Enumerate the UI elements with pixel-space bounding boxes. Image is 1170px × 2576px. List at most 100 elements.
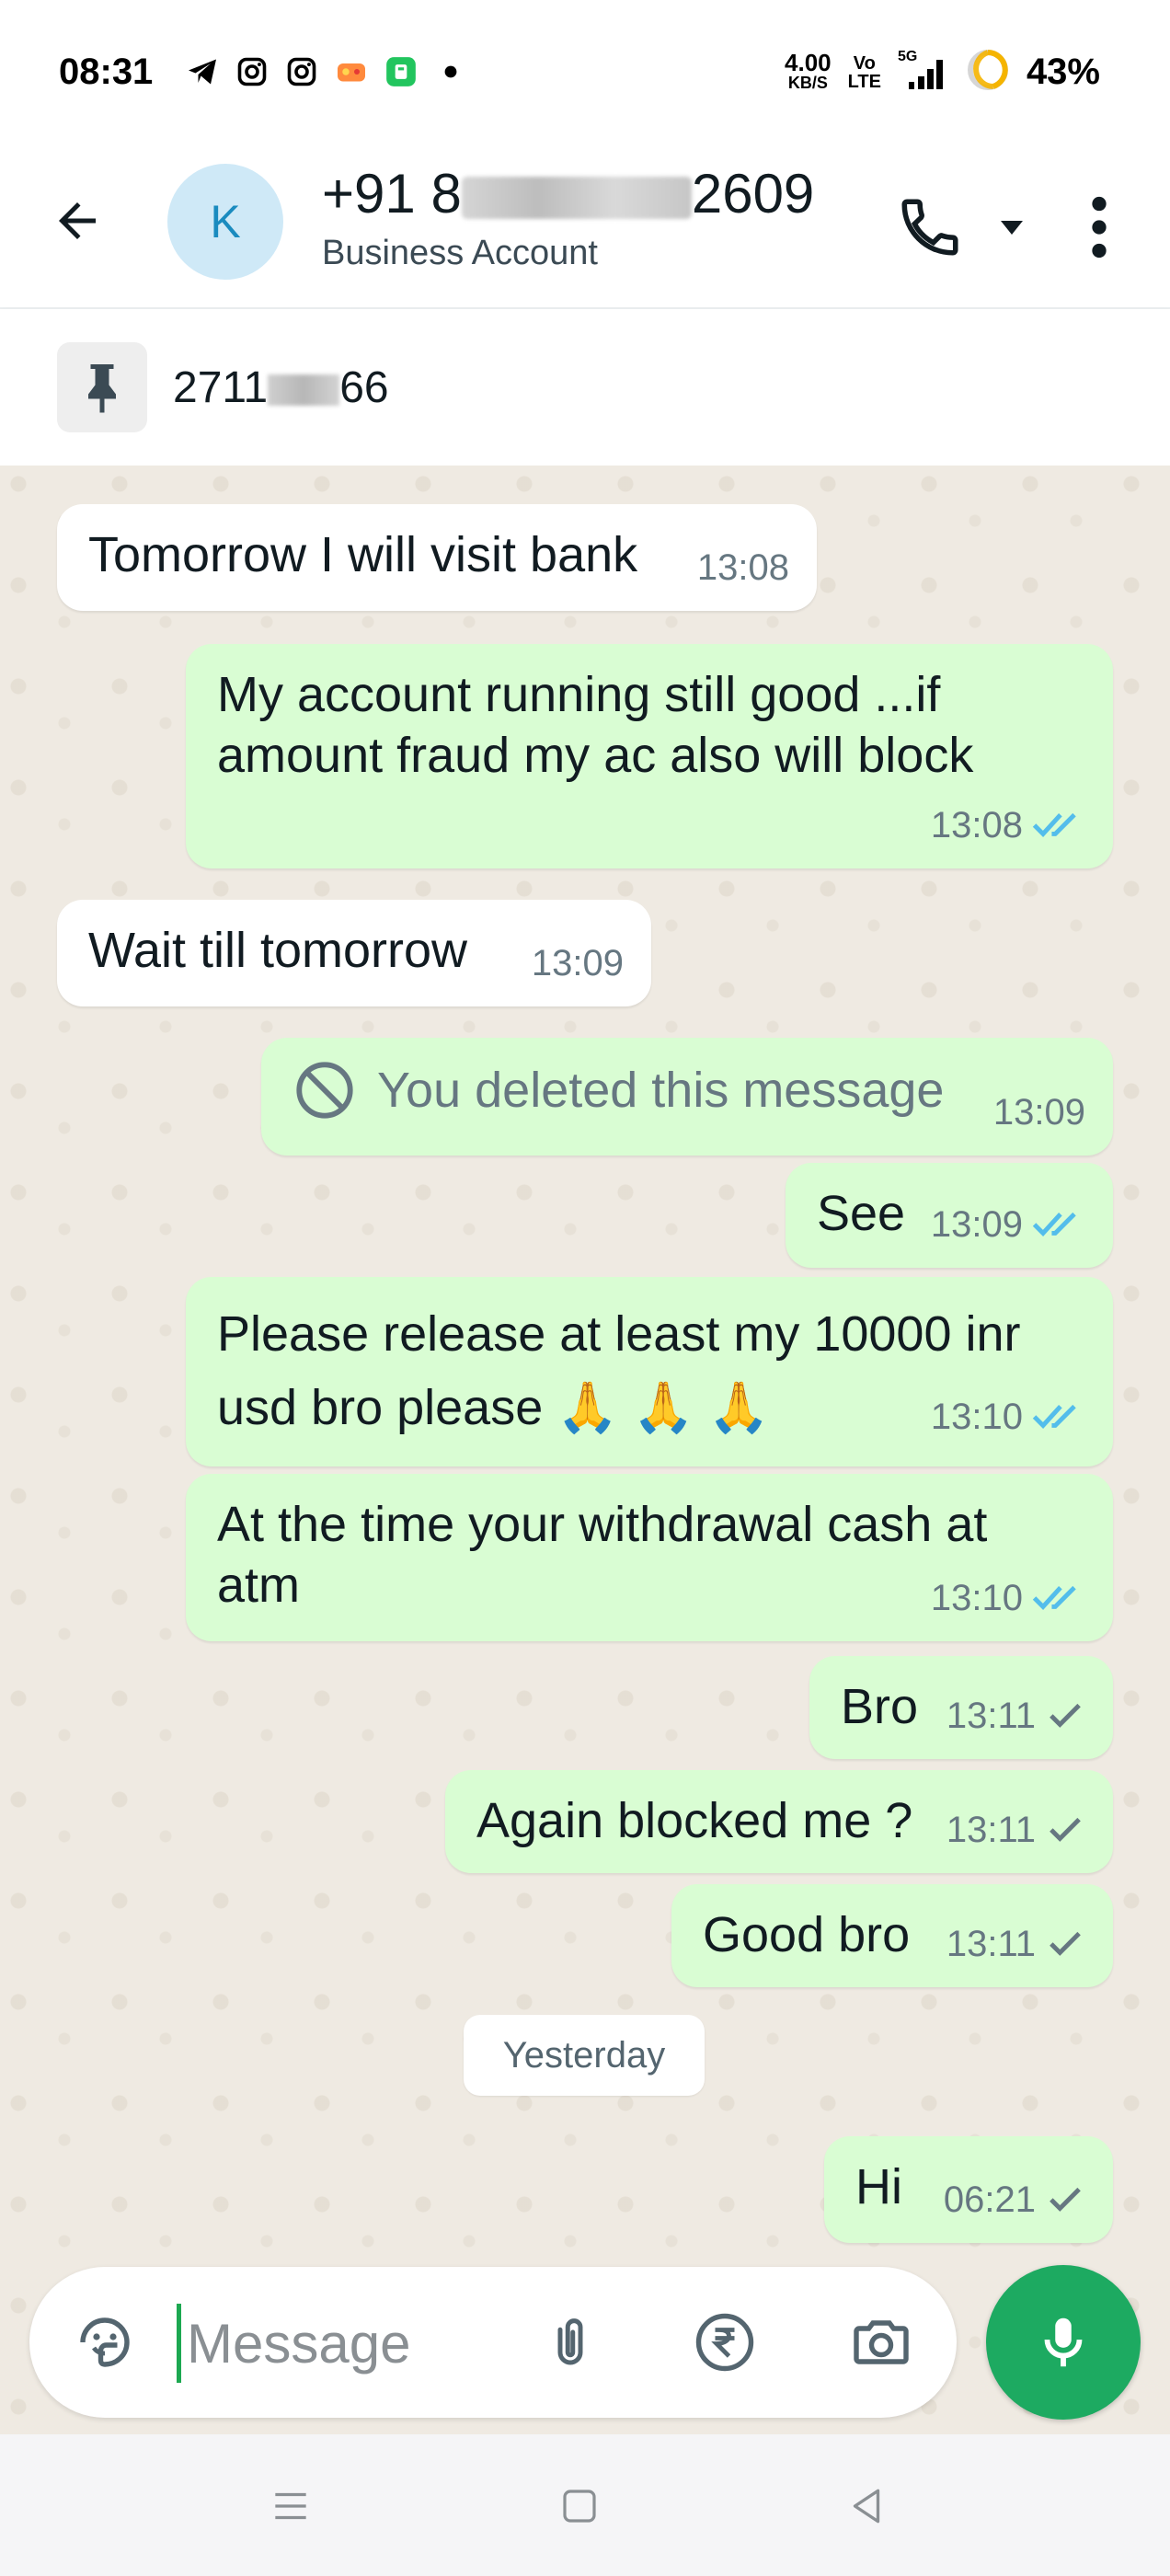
message-text: My account running still good ...if amou… <box>217 667 974 783</box>
deleted-message: You deleted this message <box>292 1058 1082 1122</box>
message-composer <box>29 2267 957 2418</box>
volte-top: Vo <box>853 52 876 74</box>
message-text: Again blocked me ? <box>476 1793 913 1848</box>
payment-button[interactable] <box>688 2306 762 2379</box>
message-bubble[interactable]: Bro 13:11 <box>809 1656 1113 1759</box>
chat-area[interactable]: Tomorrow I will visit bank 13:08 My acco… <box>0 466 1170 2434</box>
status-bar: 08:31 4.00 KB/S Vo LTE 5G 43% <box>0 0 1170 147</box>
message-bubble[interactable]: My account running still good ...if amou… <box>186 644 1113 868</box>
message-bubble[interactable]: Good bro 13:11 <box>671 1884 1113 1987</box>
pinned-message-text: 2711 66 <box>173 362 389 413</box>
pinned-text-suffix: 66 <box>339 363 389 412</box>
single-tick-icon <box>1045 2184 1085 2215</box>
message-meta: 13:11 <box>946 1800 1085 1860</box>
message-bubble[interactable]: See 13:09 <box>786 1163 1113 1268</box>
message-input[interactable] <box>177 2304 526 2383</box>
contact-name-prefix: +91 8 <box>322 163 462 224</box>
single-tick-icon <box>1045 1814 1085 1846</box>
arrow-left-icon <box>59 202 96 239</box>
message-time: 06:21 <box>943 2179 1036 2220</box>
camera-button[interactable] <box>844 2306 918 2379</box>
contact-name-suffix: 2609 <box>691 163 815 224</box>
contact-name[interactable]: +91 8 2609 <box>322 162 814 225</box>
more-vertical-icon <box>1092 196 1107 259</box>
single-tick-icon <box>1045 1928 1085 1960</box>
caret-down-icon <box>1001 221 1023 235</box>
voice-message-button[interactable] <box>986 2265 1141 2420</box>
square-icon <box>563 2490 596 2523</box>
avatar[interactable]: K <box>167 164 283 280</box>
voice-call-button[interactable] <box>889 186 971 269</box>
double-tick-icon <box>1032 1209 1085 1240</box>
recents-button[interactable] <box>261 2477 320 2536</box>
message-bubble[interactable]: At the time your withdrawal cash at atm … <box>186 1474 1113 1641</box>
message-meta: 13:11 <box>946 1685 1085 1746</box>
instagram-icon <box>283 53 320 90</box>
message-bubble[interactable]: Please release at least my 10000 inr usd… <box>186 1277 1113 1466</box>
blocked-icon <box>296 1062 353 1119</box>
redacted-block <box>461 177 692 220</box>
message-time: 13:10 <box>930 1397 1023 1437</box>
message-meta: 13:08 <box>697 537 789 598</box>
message-bubble[interactable]: Tomorrow I will visit bank 13:08 <box>57 504 817 611</box>
paperclip-icon <box>557 2318 583 2365</box>
notification-icons <box>184 53 469 90</box>
message-text: Wait till tomorrow <box>88 923 468 978</box>
message-bubble[interactable]: Hi 06:21 <box>824 2136 1113 2243</box>
instagram-icon <box>234 53 270 90</box>
message-text: Tomorrow I will visit bank <box>88 527 638 582</box>
message-time: 13:11 <box>946 1924 1036 1964</box>
redacted-block <box>268 374 340 407</box>
back-nav-button[interactable] <box>837 2477 896 2536</box>
more-options-button[interactable] <box>1076 186 1122 269</box>
sticker-button[interactable] <box>68 2306 142 2379</box>
message-meta: 13:10 <box>931 1568 1085 1628</box>
message-meta: 13:09 <box>532 933 624 994</box>
status-right: 4.00 KB/S Vo LTE 5G 43% <box>785 48 1100 97</box>
net-speed: 4.00 KB/S <box>785 51 832 93</box>
message-time: 13:09 <box>531 943 624 983</box>
app-icon <box>383 53 419 90</box>
back-button[interactable] <box>44 188 110 254</box>
signal-icon: 5G <box>898 49 949 91</box>
net-speed-unit: KB/S <box>787 73 828 92</box>
double-tick-icon <box>1032 1582 1085 1614</box>
message-bubble[interactable]: Wait till tomorrow 13:09 <box>57 900 651 1006</box>
pin-icon <box>57 342 147 432</box>
message-meta: 13:10 <box>931 1380 1085 1454</box>
message-time: 13:08 <box>696 547 789 588</box>
telegram-icon <box>184 53 221 90</box>
home-button[interactable] <box>550 2477 609 2536</box>
message-meta: 13:08 <box>931 795 1085 856</box>
message-time: 13:11 <box>946 1810 1036 1850</box>
message-meta: 13:09 <box>993 1082 1085 1143</box>
message-text: Bro <box>841 1679 919 1734</box>
date-divider: Yesterday <box>464 2015 705 2096</box>
sticker-icon <box>80 2317 130 2367</box>
rupee-icon <box>695 2313 754 2372</box>
message-time: 13:11 <box>946 1696 1036 1736</box>
message-meta: 13:09 <box>931 1194 1085 1255</box>
message-text: Good bro <box>703 1907 911 1962</box>
deleted-message-bubble[interactable]: You deleted this message 13:09 <box>261 1038 1113 1156</box>
triangle-back-icon <box>853 2489 880 2524</box>
message-bubble[interactable]: Again blocked me ? 13:11 <box>445 1770 1113 1873</box>
avatar-letter: K <box>210 196 241 247</box>
pinned-message-bar[interactable]: 2711 66 <box>0 309 1170 466</box>
battery-percent: 43% <box>1026 52 1100 92</box>
chat-header: K +91 8 2609 Business Account <box>0 147 1170 309</box>
message-text: Please release at least my 10000 inr usd… <box>217 1306 1021 1435</box>
double-tick-icon <box>1032 1401 1085 1432</box>
message-time: 13:08 <box>930 805 1023 845</box>
attach-button[interactable] <box>533 2306 607 2379</box>
message-text: At the time your withdrawal cash at atm <box>217 1497 988 1613</box>
message-time: 13:10 <box>930 1578 1023 1618</box>
message-meta: 06:21 <box>944 2169 1085 2230</box>
status-time: 08:31 <box>59 52 154 92</box>
pinned-text-prefix: 2711 <box>173 363 269 412</box>
camera-icon <box>854 2320 909 2364</box>
call-options-dropdown[interactable] <box>993 208 1030 245</box>
message-time: 13:09 <box>992 1092 1085 1133</box>
game-icon <box>333 53 370 90</box>
volte-bottom: LTE <box>847 71 881 92</box>
